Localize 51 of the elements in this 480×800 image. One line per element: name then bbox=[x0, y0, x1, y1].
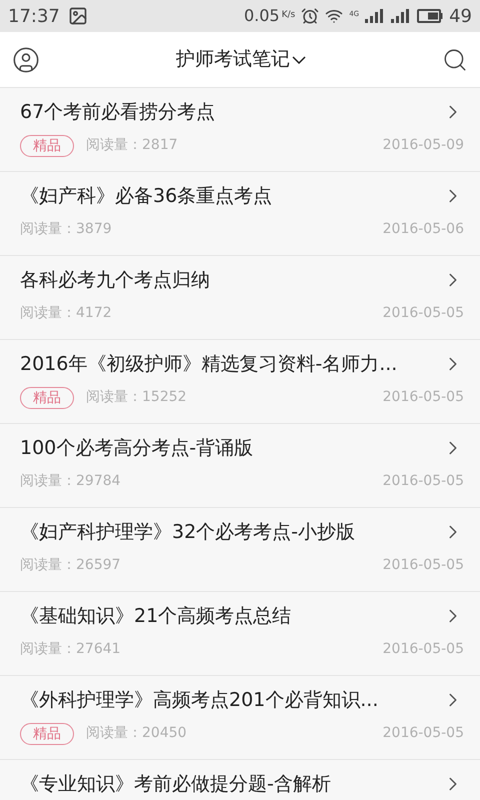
speed-unit: K/s bbox=[282, 9, 296, 22]
article-item[interactable]: 100个必考高分考点-背诵版 阅读量：29784 2016-05-05 bbox=[0, 424, 480, 508]
article-title: 《基础知识》21个高频考点总结 bbox=[20, 604, 292, 629]
article-title: 《妇产科》必备36条重点考点 bbox=[20, 184, 272, 209]
signal-icon bbox=[391, 9, 412, 23]
article-date: 2016-05-05 bbox=[382, 556, 464, 574]
read-count: 阅读量：20450 bbox=[86, 724, 187, 743]
article-item[interactable]: 2016年《初级护师》精选复习资料-名师力... 精品 阅读量：15252 2016-05-05 bbox=[0, 340, 480, 424]
article-date: 2016-05-05 bbox=[382, 472, 464, 490]
article-title: 100个必考高分考点-背诵版 bbox=[20, 436, 254, 461]
article-title: 2016年《初级护师》精选复习资料-名师力... bbox=[20, 352, 398, 377]
featured-badge: 精品 bbox=[20, 134, 74, 156]
read-count: 阅读量：27641 bbox=[20, 640, 121, 658]
article-item[interactable]: 各科必考九个考点归纳 阅读量：4172 2016-05-05 bbox=[0, 256, 480, 340]
category-dropdown[interactable]: 护师考试笔记 bbox=[176, 45, 306, 74]
article-date: 2016-05-05 bbox=[382, 388, 464, 407]
read-count: 阅读量：15252 bbox=[86, 388, 187, 407]
battery-icon bbox=[417, 9, 444, 23]
article-item[interactable]: 《妇产科护理学》32个必考考点-小抄版 阅读量：26597 2016-05-05 bbox=[0, 508, 480, 592]
read-count: 阅读量：29784 bbox=[20, 472, 121, 490]
battery-level: 49 bbox=[449, 4, 472, 28]
article-date: 2016-05-05 bbox=[382, 304, 464, 322]
signal-icon bbox=[365, 9, 386, 23]
article-title: 《专业知识》考前必做提分题-含解析 bbox=[20, 772, 331, 797]
read-count: 阅读量：4172 bbox=[20, 304, 112, 322]
article-date: 2016-05-09 bbox=[382, 136, 464, 155]
article-item[interactable]: 《外科护理学》高频考点201个必背知识... 精品 阅读量：20450 2016-05-05 bbox=[0, 676, 480, 760]
wifi-icon bbox=[325, 7, 344, 25]
featured-badge: 精品 bbox=[20, 722, 74, 744]
read-count: 阅读量：26597 bbox=[20, 556, 121, 574]
article-item[interactable]: 67个考前必看捞分考点 精品 阅读量：2817 2016-05-09 bbox=[0, 88, 480, 172]
article-title: 《外科护理学》高频考点201个必背知识... bbox=[20, 688, 378, 713]
chevron-down-icon bbox=[292, 56, 306, 64]
network-speed: 0.05 bbox=[244, 5, 280, 27]
article-item[interactable]: 《妇产科》必备36条重点考点 阅读量：3879 2016-05-06 bbox=[0, 172, 480, 256]
alarm-icon bbox=[301, 7, 320, 25]
image-icon bbox=[68, 6, 88, 26]
article-date: 2016-05-05 bbox=[382, 640, 464, 658]
article-title: 《妇产科护理学》32个必考考点-小抄版 bbox=[20, 520, 356, 545]
article-title: 各科必考九个考点归纳 bbox=[20, 268, 210, 293]
article-item[interactable]: 《专业知识》考前必做提分题-含解析 bbox=[0, 760, 480, 800]
article-title: 67个考前必看捞分考点 bbox=[20, 100, 216, 125]
profile-button[interactable] bbox=[12, 46, 40, 74]
article-item[interactable]: 《基础知识》21个高频考点总结 阅读量：27641 2016-05-05 bbox=[0, 592, 480, 676]
featured-badge: 精品 bbox=[20, 386, 74, 408]
article-date: 2016-05-06 bbox=[382, 220, 464, 238]
article-date: 2016-05-05 bbox=[382, 724, 464, 743]
search-button[interactable] bbox=[442, 46, 468, 72]
read-count: 阅读量：2817 bbox=[86, 136, 178, 155]
read-count: 阅读量：3879 bbox=[20, 220, 112, 238]
status-time: 17:37 bbox=[8, 4, 60, 28]
